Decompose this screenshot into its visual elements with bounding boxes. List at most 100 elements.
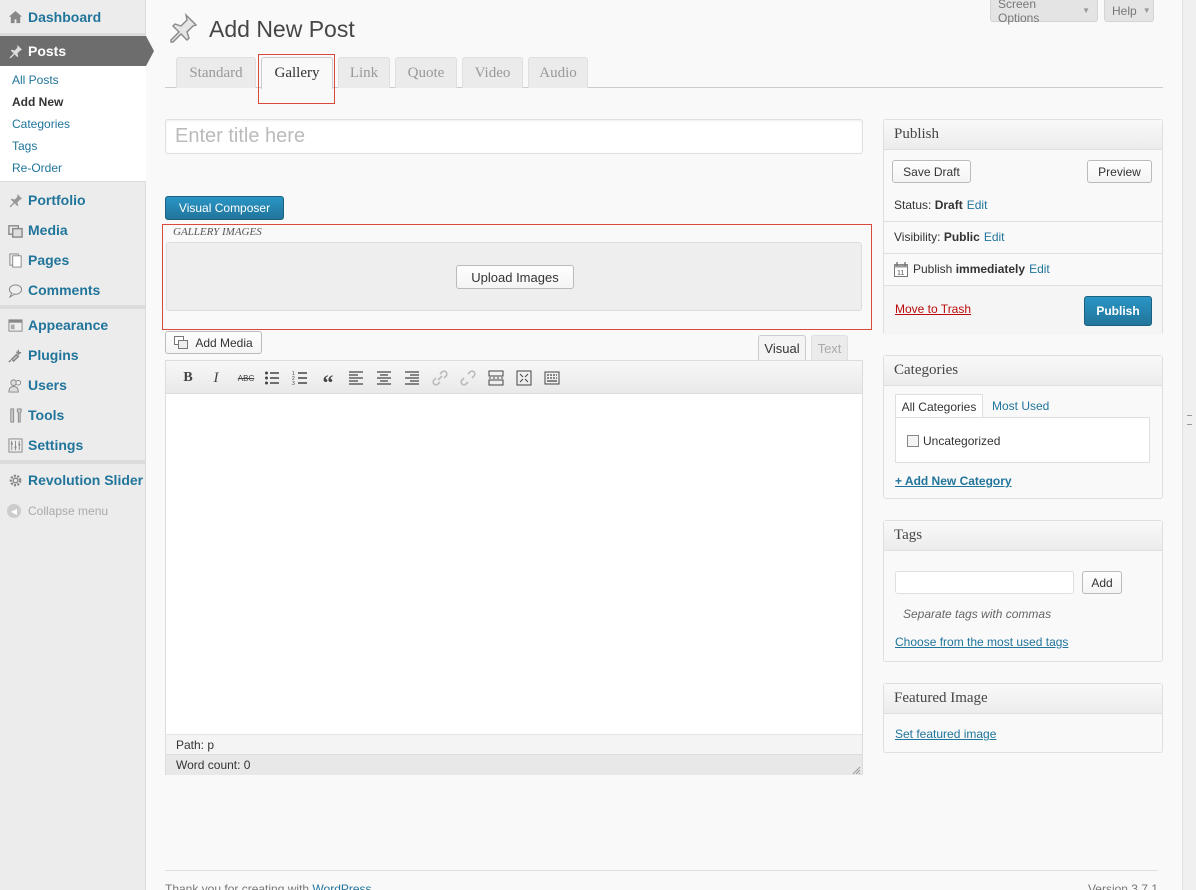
comment-bubble-icon — [7, 282, 23, 298]
preview-button[interactable]: Preview — [1087, 160, 1152, 183]
menu-pages[interactable]: Pages — [0, 245, 146, 275]
categories-box-title: Categories — [884, 356, 1162, 386]
tab-video[interactable]: Video — [462, 57, 523, 88]
submenu-tags[interactable]: Tags — [12, 139, 37, 153]
page-scrollbar[interactable] — [1182, 0, 1196, 890]
menu-users[interactable]: Users — [0, 370, 146, 400]
tab-standard[interactable]: Standard — [176, 57, 256, 88]
align-left-icon[interactable] — [347, 369, 365, 387]
tab-all-categories[interactable]: All Categories — [895, 394, 983, 418]
bold-icon[interactable]: B — [179, 369, 197, 387]
numbered-list-icon[interactable]: 123 — [291, 369, 309, 387]
appearance-icon — [7, 317, 23, 333]
publish-date-edit-link[interactable]: Edit — [1029, 262, 1050, 276]
gallery-images-box: Upload Images — [166, 242, 862, 311]
save-draft-button[interactable]: Save Draft — [892, 160, 971, 183]
screen-options-button[interactable]: Screen Options ▼ — [990, 0, 1098, 25]
category-item[interactable]: Uncategorized — [907, 434, 1000, 448]
publish-box-title: Publish — [884, 120, 1162, 150]
menu-appearance[interactable]: Appearance — [0, 310, 146, 340]
tools-icon — [7, 407, 23, 423]
help-button[interactable]: Help ▼ — [1104, 0, 1154, 22]
visibility-label: Visibility: — [894, 230, 941, 244]
help-label: Help — [1112, 3, 1137, 18]
tab-link[interactable]: Link — [338, 57, 390, 88]
kitchen-sink-icon[interactable] — [543, 369, 561, 387]
add-media-button[interactable]: Add Media — [165, 331, 262, 354]
gallery-tab-highlight — [258, 54, 335, 104]
status-value: Draft — [934, 198, 963, 212]
checkbox[interactable] — [907, 435, 919, 447]
word-count: Word count: 0 — [166, 754, 862, 775]
menu-plugins[interactable]: Plugins — [0, 340, 146, 370]
choose-most-used-tags-link[interactable]: Choose from the most used tags — [895, 635, 1068, 649]
footer-credits-text: Thank you for creating with — [165, 882, 310, 890]
tab-visual[interactable]: Visual — [758, 335, 806, 360]
tab-quote[interactable]: Quote — [395, 57, 457, 88]
blockquote-icon[interactable]: “ — [319, 369, 337, 395]
menu-media[interactable]: Media — [0, 215, 146, 245]
editor-content-area[interactable] — [166, 394, 862, 734]
move-to-trash-link[interactable]: Move to Trash — [895, 302, 971, 316]
status-label: Status: — [894, 198, 932, 212]
add-tag-button[interactable]: Add — [1082, 571, 1122, 594]
align-center-icon[interactable] — [375, 369, 393, 387]
editor-toolbar: B I ABC 123 “ — [166, 361, 862, 395]
users-icon — [7, 377, 23, 393]
admin-sidebar: Dashboard Posts All Posts Add New Catego… — [0, 0, 154, 890]
scrollbar-grip-icon — [1187, 415, 1192, 425]
visibility-edit-link[interactable]: Edit — [984, 230, 1005, 244]
strikethrough-icon[interactable]: ABC — [235, 369, 257, 387]
submenu-add-new[interactable]: Add New — [12, 95, 63, 109]
menu-settings-label: Settings — [28, 437, 84, 453]
posts-submenu: All Posts Add New Categories Tags Re-Ord… — [0, 66, 146, 182]
publish-date-value: immediately — [955, 262, 1026, 276]
menu-posts[interactable]: Posts — [0, 36, 154, 66]
divider — [884, 221, 1162, 222]
menu-separator — [0, 305, 146, 309]
fullscreen-icon[interactable] — [515, 369, 533, 387]
italic-icon[interactable]: I — [207, 369, 225, 387]
menu-revolution-slider[interactable]: Revolution Slider — [0, 465, 146, 495]
page-header: Add New Post — [167, 12, 355, 47]
tab-most-used[interactable]: Most Used — [992, 399, 1049, 413]
menu-dashboard[interactable]: Dashboard — [0, 2, 146, 32]
tags-box: Tags Add Separate tags with commas Choos… — [883, 520, 1163, 662]
menu-portfolio[interactable]: Portfolio — [0, 185, 146, 215]
insert-link-icon[interactable] — [431, 369, 449, 387]
svg-text:11: 11 — [897, 270, 904, 277]
upload-images-button[interactable]: Upload Images — [456, 265, 574, 289]
tags-box-title: Tags — [884, 521, 1162, 551]
menu-settings[interactable]: Settings — [0, 430, 146, 460]
wordpress-link[interactable]: WordPress. — [312, 882, 374, 890]
settings-icon — [7, 437, 23, 453]
menu-plugins-label: Plugins — [28, 347, 79, 363]
unlink-icon[interactable] — [459, 369, 477, 387]
gear-icon — [7, 472, 23, 488]
more-tag-icon[interactable] — [487, 369, 505, 387]
publish-button[interactable]: Publish — [1084, 296, 1152, 326]
tab-audio[interactable]: Audio — [528, 57, 588, 88]
visibility-value: Public — [943, 230, 980, 244]
tab-text[interactable]: Text — [811, 335, 848, 360]
submenu-re-order[interactable]: Re-Order — [12, 161, 62, 175]
bullet-list-icon[interactable] — [263, 369, 281, 387]
submenu-categories[interactable]: Categories — [12, 117, 70, 131]
tags-input[interactable] — [895, 571, 1074, 594]
collapse-menu-button[interactable]: ◀ Collapse menu — [7, 504, 108, 518]
menu-comments[interactable]: Comments — [0, 275, 146, 305]
add-new-category-link[interactable]: + Add New Category — [895, 474, 1012, 488]
status-edit-link[interactable]: Edit — [967, 198, 988, 212]
calendar-icon: 11 — [894, 261, 908, 277]
resize-handle-icon[interactable] — [851, 763, 861, 775]
set-featured-image-link[interactable]: Set featured image — [895, 727, 996, 741]
menu-tools[interactable]: Tools — [0, 400, 146, 430]
chevron-down-icon: ▼ — [1082, 6, 1090, 15]
chevron-down-icon: ▼ — [1142, 6, 1151, 15]
pages-icon — [7, 252, 23, 268]
post-title-input[interactable] — [165, 119, 863, 154]
visual-composer-button[interactable]: Visual Composer — [165, 196, 284, 220]
align-right-icon[interactable] — [403, 369, 421, 387]
svg-text:3: 3 — [292, 381, 295, 386]
submenu-all-posts[interactable]: All Posts — [12, 73, 59, 87]
